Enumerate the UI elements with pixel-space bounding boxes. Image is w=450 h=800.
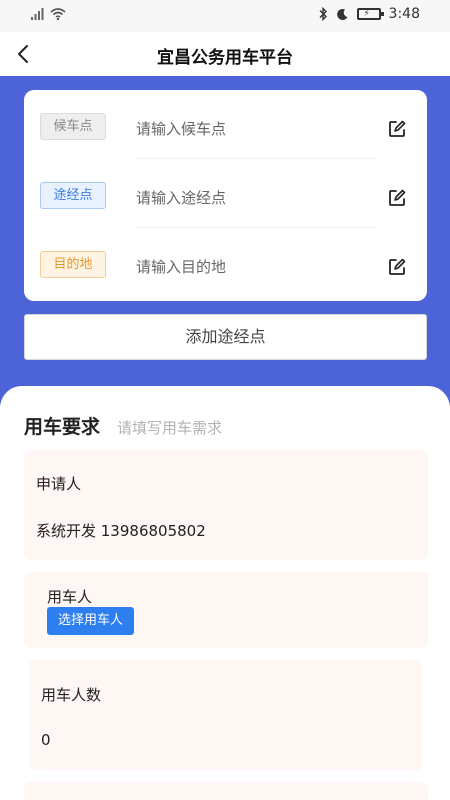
signal-icon [31, 8, 44, 20]
pickup-tag: 候车点 [40, 113, 106, 140]
route-row-waypoint: 途经点 [24, 168, 427, 228]
requirements-title: 用车要求 [24, 416, 101, 438]
waypoint-tag: 途经点 [40, 182, 106, 209]
status-bar: ⚡ 3:48 [0, 0, 450, 32]
edit-icon[interactable] [387, 188, 407, 208]
car-user-label: 用车人 [47, 588, 93, 606]
select-car-user-button[interactable]: 选择用车人 [47, 607, 134, 635]
car-user-card: 用车人 选择用车人 [24, 572, 428, 648]
waypoint-input[interactable] [136, 168, 376, 228]
applicant-card: 申请人 系统开发 13986805802 [24, 450, 428, 560]
next-card [24, 782, 428, 800]
passenger-count-value[interactable]: 0 [41, 731, 51, 749]
route-row-destination: 目的地 [24, 237, 427, 297]
add-waypoint-button[interactable]: 添加途经点 [24, 314, 427, 360]
moon-icon [336, 8, 348, 20]
requirements-panel: 用车要求 请填写用车需求 申请人 系统开发 13986805802 用车人 选择… [0, 386, 450, 800]
wifi-icon [50, 8, 66, 21]
passenger-count-card: 用车人数 0 [29, 660, 422, 770]
edit-icon[interactable] [387, 257, 407, 277]
destination-input[interactable] [136, 237, 376, 297]
page-title: 宜昌公务用车平台 [157, 48, 293, 68]
edit-icon[interactable] [387, 119, 407, 139]
requirements-subtitle: 请填写用车需求 [117, 419, 223, 437]
app-header: 宜昌公务用车平台 [0, 32, 450, 76]
bluetooth-icon [319, 7, 327, 21]
status-left [30, 7, 66, 21]
applicant-label: 申请人 [36, 475, 82, 493]
applicant-value: 系统开发 13986805802 [36, 522, 206, 540]
status-right: ⚡ 3:48 [318, 6, 420, 22]
passenger-count-label: 用车人数 [41, 686, 102, 704]
battery-icon: ⚡ [356, 8, 384, 20]
destination-tag: 目的地 [40, 251, 106, 278]
route-row-pickup: 候车点 [24, 99, 427, 159]
route-card: 候车点 途经点 目的地 [24, 90, 427, 301]
pickup-input[interactable] [136, 99, 376, 159]
status-time: 3:48 [388, 6, 420, 22]
